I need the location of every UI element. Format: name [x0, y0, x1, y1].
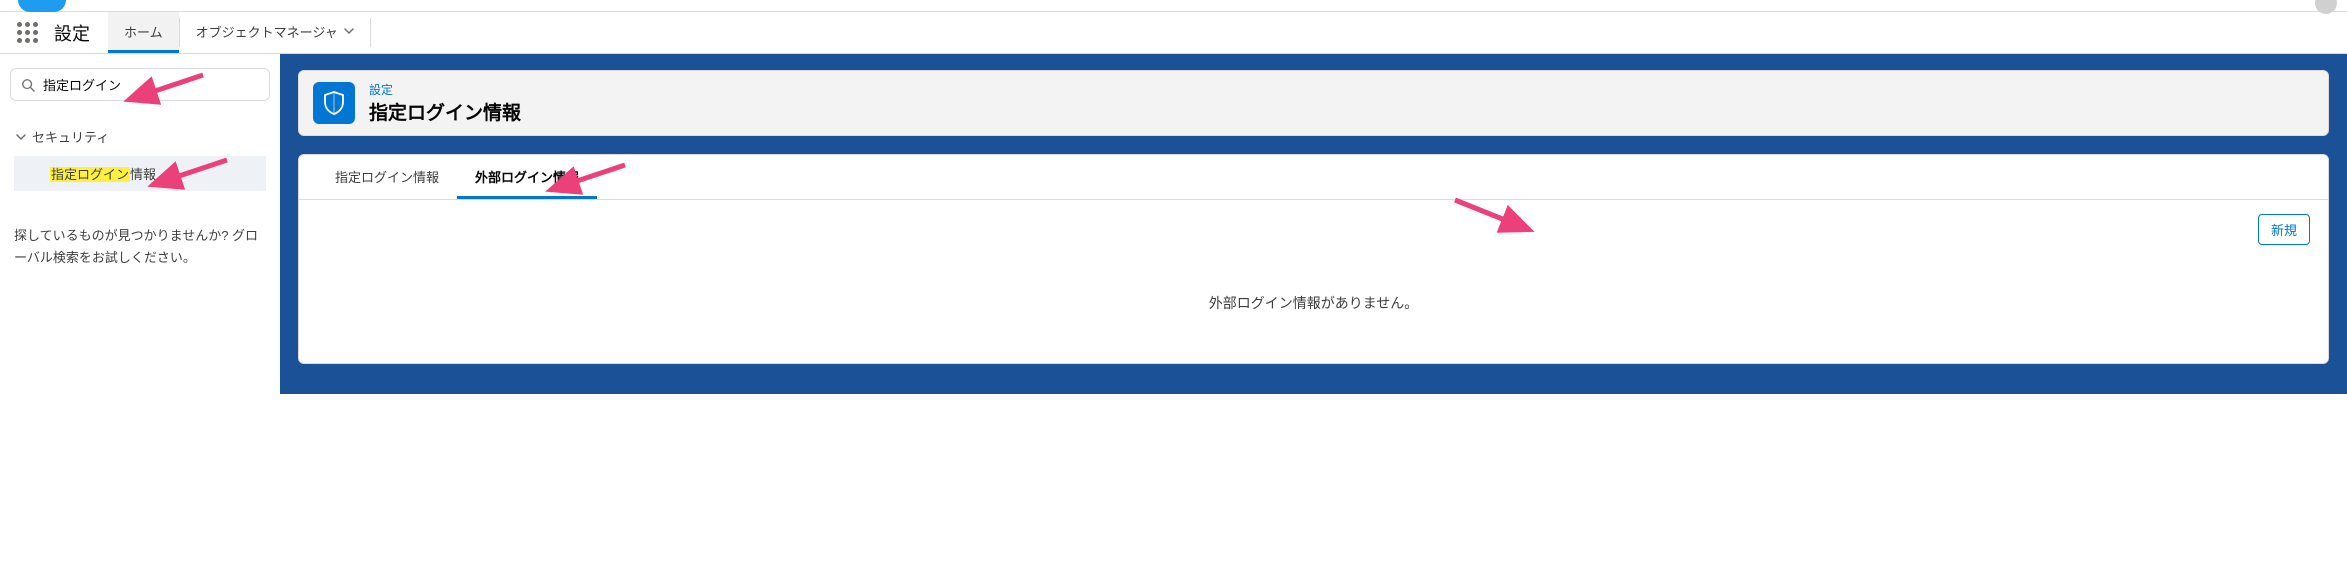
nav-tab-label: オブジェクトマネージャ [196, 22, 338, 41]
tree-section-label: セキュリティ [32, 127, 109, 146]
nav-tab-object-manager[interactable]: オブジェクトマネージャ [180, 12, 370, 53]
global-nav: 設定 ホーム オブジェクトマネージャ [0, 12, 2347, 54]
waffle-icon [17, 22, 38, 43]
shield-icon [313, 82, 355, 124]
page-title: 指定ログイン情報 [369, 98, 521, 125]
avatar[interactable] [2315, 0, 2337, 14]
nav-tab-home[interactable]: ホーム [108, 12, 179, 53]
search-icon [21, 78, 35, 92]
empty-state-message: 外部ログイン情報がありません。 [317, 245, 2310, 313]
setup-sidebar: セキュリティ 指定ログイン情報 探しているものが見つかりませんか? グローバル検… [0, 54, 280, 279]
app-launcher-button[interactable] [8, 12, 46, 53]
tree-item-highlight: 指定ログイン [50, 167, 130, 182]
content-card: 指定ログイン情報 外部ログイン情報 新規 外部ログイン情報がありません。 [298, 154, 2329, 364]
app-name: 設定 [46, 12, 108, 53]
subtab-bar: 指定ログイン情報 外部ログイン情報 [299, 155, 2328, 200]
salesforce-logo [18, 0, 66, 12]
new-button[interactable]: 新規 [2258, 214, 2310, 245]
page-eyebrow: 設定 [369, 81, 521, 98]
nav-tab-label: ホーム [124, 22, 163, 41]
main-content: 設定 指定ログイン情報 指定ログイン情報 外部ログイン情報 新規 外部ログイン情… [280, 54, 2347, 394]
quick-find-input[interactable] [43, 77, 259, 92]
subtab-label: 指定ログイン情報 [335, 170, 439, 185]
subtab-label: 外部ログイン情報 [475, 170, 579, 185]
page-header: 設定 指定ログイン情報 [298, 70, 2329, 136]
subtab-named-credentials[interactable]: 指定ログイン情報 [317, 155, 457, 199]
sidebar-help-text: 探しているものが見つかりませんか? グローバル検索をお試しください。 [10, 225, 270, 269]
divider [370, 18, 371, 47]
tree-section-security[interactable]: セキュリティ [14, 123, 266, 150]
subtab-external-credentials[interactable]: 外部ログイン情報 [457, 155, 597, 199]
chevron-down-icon [344, 24, 354, 39]
tree-item-suffix: 情報 [130, 167, 156, 182]
chevron-down-icon [16, 132, 26, 142]
tree-item-named-credentials[interactable]: 指定ログイン情報 [14, 156, 266, 191]
quick-find[interactable] [10, 68, 270, 101]
